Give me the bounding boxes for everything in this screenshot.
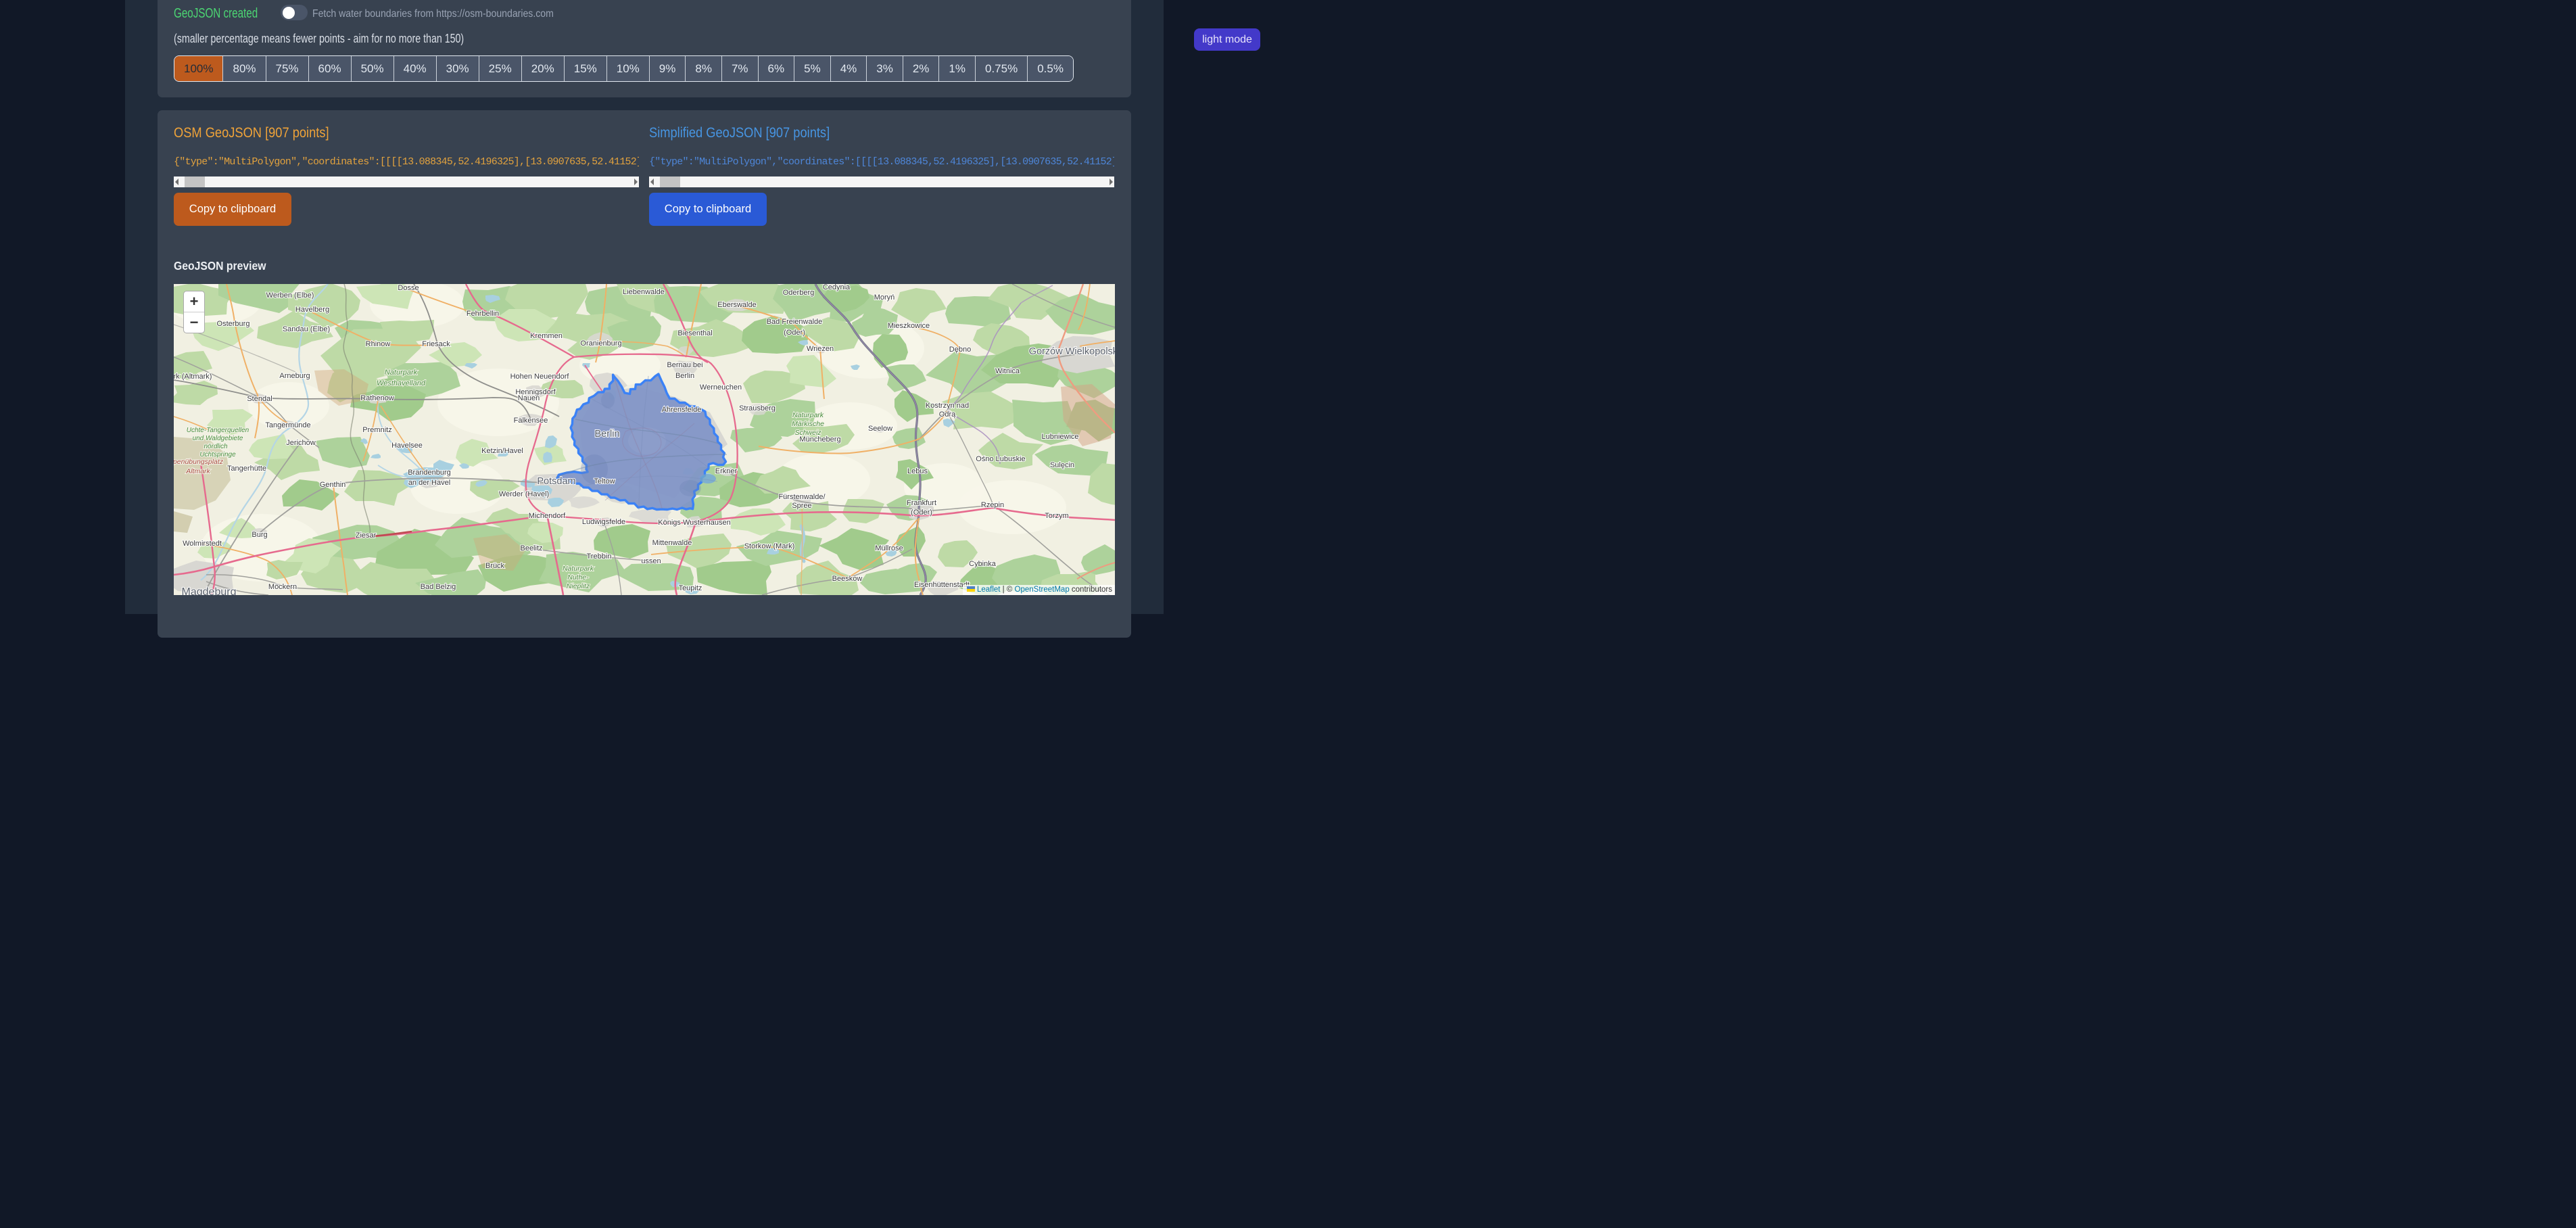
svg-text:Fürstenwalde/: Fürstenwalde/ [778, 493, 826, 501]
svg-text:Werben (Elbe): Werben (Elbe) [266, 291, 314, 300]
svg-text:Werder (Havel): Werder (Havel) [499, 490, 549, 498]
svg-text:Beeskow: Beeskow [832, 575, 863, 583]
svg-text:Torzym: Torzym [1045, 512, 1068, 520]
svg-text:Rzepin: Rzepin [981, 501, 1004, 509]
svg-text:Strausberg: Strausberg [739, 404, 776, 412]
svg-text:Seelow: Seelow [868, 425, 892, 433]
svg-text:Möckern: Möckern [268, 583, 297, 591]
svg-text:Cedynia: Cedynia [823, 284, 851, 291]
svg-text:Potsdam: Potsdam [537, 476, 575, 487]
svg-text:(Oder): (Oder) [911, 509, 932, 517]
svg-text:Sulęcin: Sulęcin [1050, 461, 1074, 469]
svg-text:Magdeburg: Magdeburg [182, 586, 237, 595]
svg-text:Westhavelland: Westhavelland [377, 379, 426, 387]
svg-text:Schweiz: Schweiz [794, 429, 821, 437]
svg-text:Königs Wusterhausen: Königs Wusterhausen [658, 519, 730, 527]
svg-text:Bernau bei: Bernau bei [667, 361, 702, 369]
svg-text:Oranienburg: Oranienburg [580, 339, 621, 348]
svg-text:Kostrzyn nad: Kostrzyn nad [926, 402, 969, 410]
svg-text:Altmark: Altmark [185, 467, 210, 475]
svg-text:Eisenhüttenstadt: Eisenhüttenstadt [914, 581, 970, 589]
svg-text:Dosse: Dosse [398, 284, 419, 292]
svg-text:penübungsplatz: penübungsplatz [174, 458, 224, 466]
svg-text:Kremmen: Kremmen [530, 332, 563, 340]
svg-text:Havelsee: Havelsee [391, 442, 423, 450]
svg-text:Tangermünde: Tangermünde [265, 421, 310, 429]
svg-text:Spree: Spree [792, 502, 811, 510]
svg-text:Lebus: Lebus [907, 467, 928, 475]
svg-text:ark (Altmark): ark (Altmark) [174, 373, 212, 381]
svg-text:Brandenburg: Brandenburg [408, 469, 451, 477]
svg-text:Märkische: Märkische [792, 420, 824, 428]
svg-text:Bad Freienwalde: Bad Freienwalde [767, 318, 823, 326]
svg-text:Nauen: Nauen [518, 394, 540, 402]
svg-text:Oderberg: Oderberg [783, 289, 814, 297]
svg-text:und Waldgebiete: und Waldgebiete [193, 435, 243, 442]
svg-text:Teupitz: Teupitz [679, 584, 702, 592]
svg-text:Mittenwalde: Mittenwalde [652, 539, 692, 547]
svg-text:Ośno Lubuskie: Ośno Lubuskie [976, 455, 1025, 463]
svg-text:Burg: Burg [252, 531, 267, 539]
svg-text:(Oder): (Oder) [784, 329, 805, 337]
svg-text:Erkner: Erkner [715, 467, 738, 475]
svg-text:Gorzów Wielkopolski: Gorzów Wielkopolski [1029, 346, 1115, 357]
svg-text:Dębno: Dębno [949, 346, 971, 354]
svg-text:ussen: ussen [641, 557, 661, 565]
svg-text:Naturpark: Naturpark [792, 411, 824, 419]
svg-text:Mieszkowice: Mieszkowice [888, 322, 930, 330]
svg-text:Fehrbellin: Fehrbellin [467, 310, 499, 318]
svg-text:Eberswalde: Eberswalde [717, 301, 756, 309]
svg-text:Bad Belzig: Bad Belzig [421, 583, 456, 591]
svg-text:Wriezen: Wriezen [807, 345, 834, 353]
svg-text:an der Havel: an der Havel [408, 479, 450, 487]
svg-text:Storkow (Mark): Storkow (Mark) [744, 542, 795, 550]
svg-text:Lubniewice: Lubniewice [1041, 433, 1078, 441]
svg-text:Genthin: Genthin [320, 481, 346, 489]
svg-text:Teltow: Teltow [594, 477, 615, 486]
svg-text:Rathenow: Rathenow [360, 394, 394, 402]
svg-text:Sandau (Elbe): Sandau (Elbe) [283, 325, 330, 333]
svg-text:Ketzin/Havel: Ketzin/Havel [481, 447, 523, 455]
svg-text:Biesenthal: Biesenthal [677, 329, 712, 337]
svg-text:Uchte-Tangerquellen: Uchte-Tangerquellen [187, 427, 249, 434]
svg-text:Hohen Neuendorf: Hohen Neuendorf [510, 373, 570, 381]
svg-text:Rhinow: Rhinow [366, 340, 391, 348]
svg-text:Tangerhütte: Tangerhütte [227, 465, 266, 473]
svg-text:Naturpark: Naturpark [563, 565, 594, 573]
svg-text:Osterburg: Osterburg [217, 320, 250, 328]
svg-text:Werneuchen: Werneuchen [700, 383, 742, 392]
svg-text:Arneburg: Arneburg [279, 372, 310, 380]
svg-text:Cybinka: Cybinka [969, 560, 997, 568]
svg-text:Liebenwalde: Liebenwalde [623, 288, 665, 296]
svg-text:Stendal: Stendal [247, 395, 272, 403]
svg-text:Ludwigsfelde: Ludwigsfelde [582, 518, 625, 526]
svg-text:nördlich: nördlich [204, 443, 227, 450]
svg-text:Premnitz: Premnitz [362, 426, 391, 434]
svg-text:Michendorf: Michendorf [529, 512, 566, 520]
svg-text:Brück: Brück [485, 562, 505, 570]
svg-text:Witnica: Witnica [995, 367, 1020, 375]
svg-text:Beelitz: Beelitz [520, 544, 542, 552]
svg-text:Trebbin: Trebbin [587, 552, 612, 561]
svg-text:Jerichow: Jerichow [286, 439, 315, 447]
svg-text:Wolmirstedt: Wolmirstedt [183, 540, 222, 548]
svg-text:Ziesar: Ziesar [356, 532, 377, 540]
svg-text:Nieplitz: Nieplitz [567, 582, 590, 590]
svg-text:Falkensee: Falkensee [514, 417, 548, 425]
svg-text:Ahrensfelde: Ahrensfelde [662, 406, 702, 414]
svg-text:Naturpark: Naturpark [385, 369, 418, 377]
svg-text:Moryń: Moryń [874, 293, 895, 302]
svg-text:Friesack: Friesack [422, 340, 450, 348]
svg-text:Berlin: Berlin [675, 372, 694, 380]
svg-text:Frankfurt: Frankfurt [907, 499, 936, 507]
svg-text:Odrą: Odrą [939, 410, 956, 419]
svg-text:Nuthe-: Nuthe- [567, 573, 589, 582]
svg-text:Havelberg: Havelberg [295, 306, 329, 314]
svg-text:Berlin: Berlin [594, 429, 619, 440]
svg-text:Müllrose: Müllrose [875, 544, 903, 552]
